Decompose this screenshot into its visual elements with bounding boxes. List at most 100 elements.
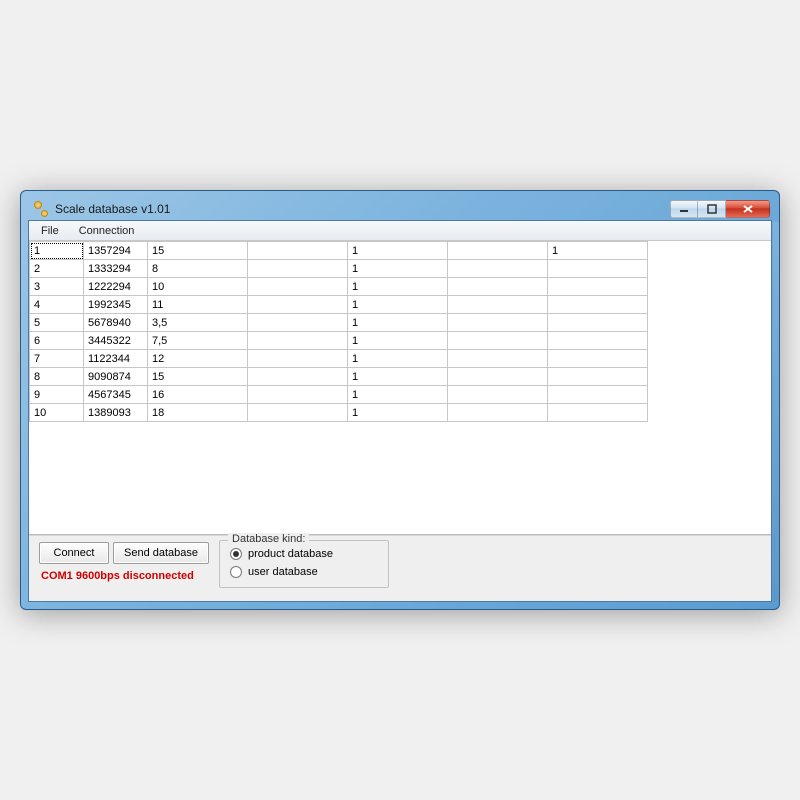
cell[interactable]: 10: [148, 278, 248, 296]
cell[interactable]: 3: [30, 278, 84, 296]
cell[interactable]: 1: [348, 368, 448, 386]
cell[interactable]: [248, 314, 348, 332]
group-legend: Database kind:: [228, 533, 309, 545]
radio-product-database[interactable]: product database: [230, 545, 378, 563]
cell[interactable]: [448, 368, 548, 386]
table-row[interactable]: 3122229410 1: [30, 278, 648, 296]
table-row[interactable]: 41992345111: [30, 296, 648, 314]
window-controls: [670, 200, 770, 218]
cell[interactable]: 10: [30, 404, 84, 422]
cell[interactable]: 3,5: [148, 314, 248, 332]
cell[interactable]: [448, 278, 548, 296]
connection-status: COM1 9600bps disconnected: [39, 570, 209, 582]
close-button[interactable]: [726, 200, 770, 218]
cell[interactable]: 1: [348, 260, 448, 278]
cell[interactable]: [548, 332, 648, 350]
cell[interactable]: 18: [148, 404, 248, 422]
client-area: File Connection 113572941511213332948131…: [28, 220, 772, 602]
cell[interactable]: [448, 386, 548, 404]
cell[interactable]: 1333294: [84, 260, 148, 278]
cell[interactable]: [548, 386, 648, 404]
bottom-panel: Connect Send database COM1 9600bps disco…: [29, 535, 771, 601]
cell[interactable]: 6: [30, 332, 84, 350]
cell[interactable]: 1: [348, 332, 448, 350]
cell[interactable]: 8: [148, 260, 248, 278]
cell[interactable]: 1: [348, 242, 448, 260]
cell[interactable]: [448, 314, 548, 332]
cell[interactable]: 1389093: [84, 404, 148, 422]
menu-file[interactable]: File: [33, 223, 67, 239]
cell[interactable]: [248, 278, 348, 296]
cell[interactable]: [248, 260, 348, 278]
table-row[interactable]: 634453227,5 1: [30, 332, 648, 350]
cell[interactable]: [548, 404, 648, 422]
cell[interactable]: 1: [348, 350, 448, 368]
cell[interactable]: 9: [30, 386, 84, 404]
table-row[interactable]: 7112234412 1: [30, 350, 648, 368]
window-frame: Scale database v1.01 File Connection 113…: [20, 190, 780, 610]
cell[interactable]: 8: [30, 368, 84, 386]
cell[interactable]: 1122344: [84, 350, 148, 368]
cell[interactable]: 11: [148, 296, 248, 314]
cell[interactable]: [448, 242, 548, 260]
minimize-button[interactable]: [670, 200, 698, 218]
cell[interactable]: 1992345: [84, 296, 148, 314]
radio-user-database[interactable]: user database: [230, 563, 378, 581]
table-row[interactable]: 213332948 1: [30, 260, 648, 278]
data-grid[interactable]: 1135729415112133329481312222941014199234…: [29, 241, 771, 535]
menu-connection[interactable]: Connection: [71, 223, 143, 239]
table-row[interactable]: 556789403,5 1: [30, 314, 648, 332]
cell[interactable]: 1: [348, 278, 448, 296]
cell[interactable]: 1222294: [84, 278, 148, 296]
cell[interactable]: [248, 242, 348, 260]
cell[interactable]: [248, 368, 348, 386]
menubar: File Connection: [29, 221, 771, 241]
connect-button[interactable]: Connect: [39, 542, 109, 564]
cell[interactable]: [248, 350, 348, 368]
cell[interactable]: [548, 260, 648, 278]
titlebar[interactable]: Scale database v1.01: [28, 198, 772, 220]
cell[interactable]: 5: [30, 314, 84, 332]
cell[interactable]: [448, 350, 548, 368]
cell[interactable]: [248, 332, 348, 350]
cell[interactable]: 1357294: [84, 242, 148, 260]
database-kind-group: Database kind: product database user dat…: [219, 540, 389, 588]
cell[interactable]: 15: [148, 368, 248, 386]
cell[interactable]: [448, 260, 548, 278]
cell[interactable]: [548, 278, 648, 296]
cell[interactable]: 9090874: [84, 368, 148, 386]
cell[interactable]: 1: [348, 404, 448, 422]
cell[interactable]: 15: [148, 242, 248, 260]
cell[interactable]: [548, 296, 648, 314]
cell[interactable]: [248, 404, 348, 422]
cell[interactable]: 4: [30, 296, 84, 314]
cell[interactable]: 16: [148, 386, 248, 404]
cell[interactable]: [248, 386, 348, 404]
cell[interactable]: 7,5: [148, 332, 248, 350]
cell[interactable]: [548, 314, 648, 332]
cell[interactable]: 1: [548, 242, 648, 260]
cell[interactable]: 1: [348, 296, 448, 314]
cell[interactable]: [448, 404, 548, 422]
app-icon: [34, 201, 50, 217]
cell[interactable]: [248, 296, 348, 314]
cell[interactable]: 12: [148, 350, 248, 368]
table-row[interactable]: 113572941511: [30, 242, 648, 260]
cell[interactable]: [548, 368, 648, 386]
cell[interactable]: 2: [30, 260, 84, 278]
cell[interactable]: 1: [348, 386, 448, 404]
send-database-button[interactable]: Send database: [113, 542, 209, 564]
cell[interactable]: 5678940: [84, 314, 148, 332]
cell[interactable]: 1: [30, 242, 84, 260]
cell[interactable]: 3445322: [84, 332, 148, 350]
table-row[interactable]: 8909087415 1: [30, 368, 648, 386]
cell[interactable]: [548, 350, 648, 368]
table-row[interactable]: 9456734516 1: [30, 386, 648, 404]
cell[interactable]: 4567345: [84, 386, 148, 404]
cell[interactable]: [448, 296, 548, 314]
table-row[interactable]: 10138909318 1: [30, 404, 648, 422]
cell[interactable]: 7: [30, 350, 84, 368]
cell[interactable]: 1: [348, 314, 448, 332]
cell[interactable]: [448, 332, 548, 350]
maximize-button[interactable]: [698, 200, 726, 218]
